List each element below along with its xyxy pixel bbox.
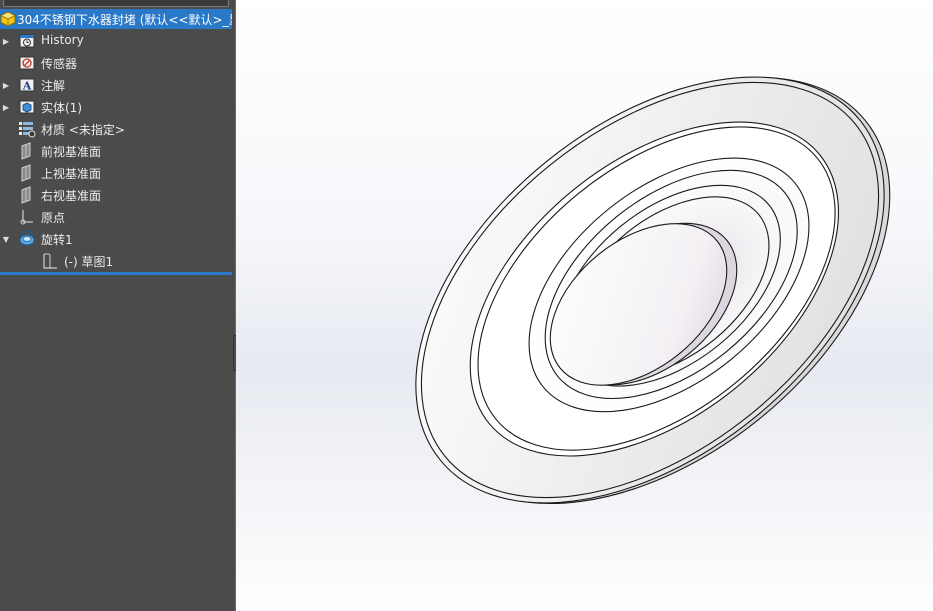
tree-item-label: (-) 草图1 [64, 255, 114, 269]
tree-item-label: 材质 <未指定> [41, 123, 125, 137]
tree-item-solid-bodies[interactable]: ▶ 实体(1) [0, 97, 232, 117]
tree-item-sketch1[interactable]: (-) 草图1 [0, 251, 232, 271]
origin-icon [18, 208, 36, 226]
tree-item-label: 传感器 [41, 57, 78, 71]
tree-item-label: 前视基准面 [41, 145, 102, 159]
expand-arrow-icon[interactable]: ▶ [1, 97, 11, 117]
tree-item-annotations[interactable]: ▶ A 注解 [0, 75, 232, 95]
feature-manager-tree: 304不锈钢下水器封堵 (默认<<默认>_显 ▶ History 传感器 ▶ A… [0, 0, 235, 611]
plane-icon [18, 142, 36, 160]
material-icon [18, 120, 36, 138]
graphics-viewport[interactable] [236, 0, 933, 611]
tree-item-label: 实体(1) [41, 101, 82, 115]
plane-icon [18, 164, 36, 182]
tree-item-label: 上视基准面 [41, 167, 102, 181]
annotation-icon: A [18, 76, 36, 94]
tree-item-label: 原点 [41, 211, 66, 225]
tree-item-front-plane[interactable]: 前视基准面 [0, 141, 232, 161]
part-icon [0, 10, 16, 28]
tree-item-label: 注解 [41, 79, 66, 93]
tree-item-label: 右视基准面 [41, 189, 102, 203]
revolved-part-model[interactable] [236, 0, 933, 611]
plane-icon [18, 186, 36, 204]
tree-item-top-plane[interactable]: 上视基准面 [0, 163, 232, 183]
tree-item-material[interactable]: 材质 <未指定> [0, 119, 232, 139]
expand-arrow-icon[interactable]: ▶ [1, 75, 11, 95]
sketch-icon [41, 252, 59, 270]
collapse-arrow-icon[interactable]: ▼ [1, 229, 11, 249]
history-icon [18, 32, 36, 50]
solid-bodies-icon [18, 98, 36, 116]
svg-text:A: A [22, 80, 32, 93]
tree-filter-input[interactable] [3, 0, 229, 7]
expand-arrow-icon[interactable]: ▶ [1, 31, 11, 51]
revolve-icon [18, 230, 36, 248]
tree-item-history[interactable]: ▶ History [0, 31, 232, 51]
tree-item-revolve1[interactable]: ▼ 旋转1 [0, 229, 232, 249]
tree-rollback-bar[interactable] [0, 272, 232, 275]
tree-item-sensors[interactable]: 传感器 [0, 53, 232, 73]
tree-item-origin[interactable]: 原点 [0, 207, 232, 227]
tree-item-label: 旋转1 [41, 233, 73, 247]
tree-root-part[interactable]: 304不锈钢下水器封堵 (默认<<默认>_显 [0, 9, 232, 29]
tree-item-right-plane[interactable]: 右视基准面 [0, 185, 232, 205]
tree-item-label: History [41, 33, 84, 47]
sensor-icon [18, 54, 36, 72]
tree-root-label: 304不锈钢下水器封堵 (默认<<默认>_显 [17, 12, 232, 27]
